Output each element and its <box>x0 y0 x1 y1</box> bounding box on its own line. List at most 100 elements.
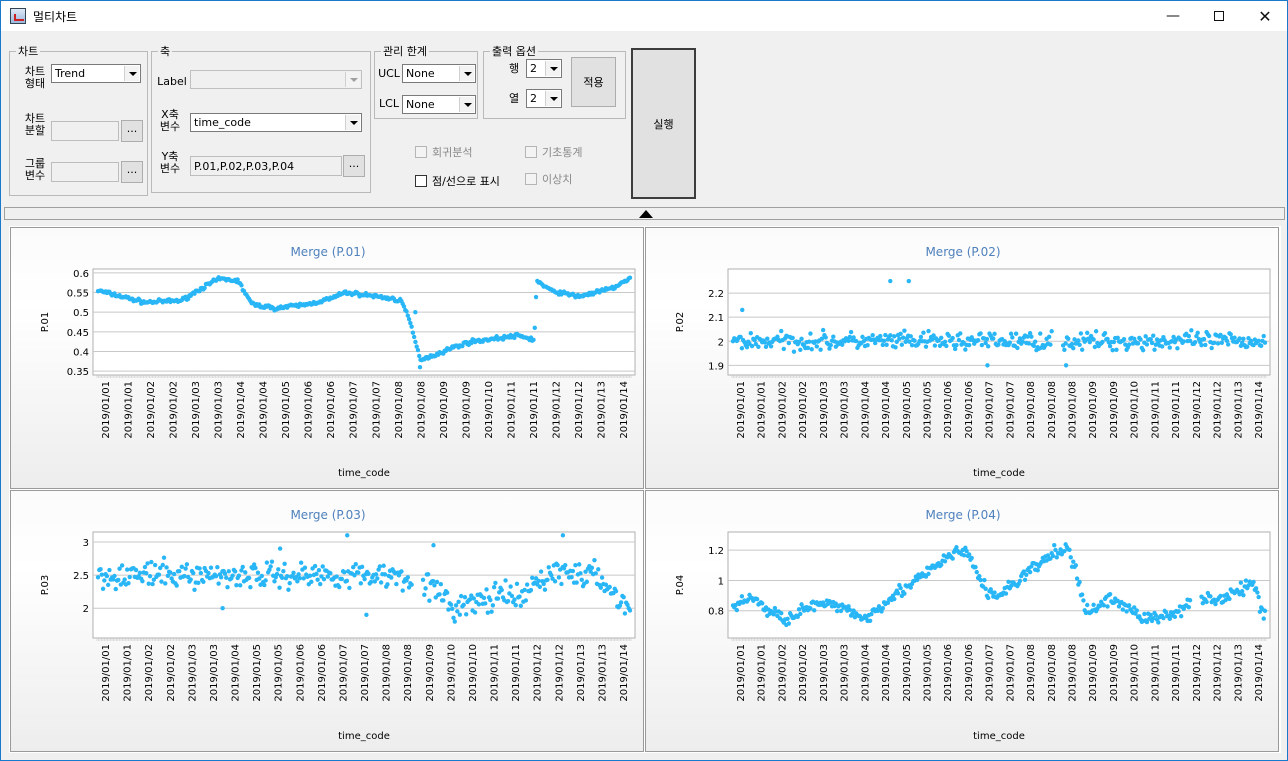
data-point <box>1046 334 1052 340</box>
checkbox-icon <box>525 146 537 158</box>
data-point <box>142 564 148 570</box>
data-point <box>900 335 906 340</box>
data-point <box>317 581 323 587</box>
col-select[interactable]: 2 <box>526 89 562 108</box>
data-point <box>417 364 423 370</box>
point-line-checkbox[interactable]: 점/선으로 표시 <box>415 173 500 189</box>
close-button[interactable]: ✕ <box>1242 1 1288 31</box>
apply-button[interactable]: 적용 <box>571 57 616 107</box>
group-var-field[interactable] <box>51 162 119 182</box>
data-point <box>532 325 537 331</box>
data-point <box>122 577 127 582</box>
x-var-select[interactable]: time_code <box>190 113 362 132</box>
y-var-field[interactable]: P.01,P.02,P.03,P.04 <box>190 156 342 176</box>
title-bar[interactable]: 멀티차트 — ✕ <box>1 1 1287 31</box>
ucl-select[interactable]: None <box>402 64 476 83</box>
x-tick-label: 2019/01/05 <box>274 644 285 702</box>
x-tick-label: 2019/01/09 <box>1109 381 1120 439</box>
x-tick-label: 2019/01/07 <box>1005 644 1016 702</box>
data-point <box>98 567 103 572</box>
data-point <box>577 562 582 567</box>
chart-split-browse-button[interactable]: ... <box>121 120 143 142</box>
data-point <box>563 562 568 568</box>
data-point <box>1215 341 1221 346</box>
data-point <box>163 581 168 586</box>
chart-split-field[interactable] <box>51 121 119 141</box>
collapse-up-icon[interactable] <box>639 210 653 218</box>
data-point <box>978 331 983 336</box>
x-tick-label: 2019/01/05 <box>922 381 933 439</box>
data-point <box>375 576 380 581</box>
data-point <box>1225 342 1231 347</box>
data-point <box>1062 548 1067 554</box>
data-point <box>410 330 416 335</box>
data-point <box>296 572 301 577</box>
data-point <box>378 580 384 585</box>
x-tick-label: 2019/01/05 <box>922 644 933 702</box>
x-axis-label: time_code <box>338 468 390 479</box>
checkbox-icon <box>525 173 537 185</box>
data-point <box>961 553 967 558</box>
run-button[interactable]: 실행 <box>631 48 696 199</box>
data-point <box>1035 568 1040 573</box>
data-point <box>427 598 432 603</box>
basic-stats-checkbox[interactable]: 기초통계 <box>525 144 582 160</box>
axis-label-select[interactable] <box>190 70 362 89</box>
data-point <box>889 338 894 343</box>
data-point <box>1114 347 1119 353</box>
x-axis-label: time_code <box>338 731 390 742</box>
data-point <box>116 577 121 583</box>
data-point <box>240 564 245 570</box>
col-label: 열 <box>508 92 520 105</box>
data-point <box>978 577 983 583</box>
chart-panel[interactable]: Merge (P.01) 0.6 0.55 0.5 0.45 0.4 0.35 P.01 201… <box>10 227 644 489</box>
data-point <box>1078 331 1084 336</box>
chart-panel[interactable]: Merge (P.02) 2.2 2.1 2 1.9 P.02 2019/01/01 2019… <box>645 227 1279 489</box>
data-point <box>505 598 511 604</box>
panel-splitter[interactable] <box>4 207 1285 220</box>
outlier-checkbox[interactable]: 이상치 <box>525 171 572 187</box>
data-point <box>1167 345 1172 350</box>
chart-panel[interactable]: Merge (P.03) 3 2.5 2 P.03 2019/01/01 2019/01/0… <box>10 490 644 752</box>
group-var-browse-button[interactable]: ... <box>121 161 143 183</box>
data-point <box>880 342 886 348</box>
data-point <box>119 563 125 568</box>
data-point <box>339 576 344 582</box>
x-tick-label: 2019/01/12 <box>551 381 562 439</box>
data-point <box>301 576 306 581</box>
x-tick-label: 2019/01/03 <box>840 644 851 702</box>
data-point <box>1072 337 1077 342</box>
x-tick-label: 2019/01/04 <box>231 644 242 702</box>
row-select[interactable]: 2 <box>526 59 562 78</box>
data-point <box>362 576 367 582</box>
data-point <box>570 568 576 574</box>
x-tick-label: 2019/01/06 <box>304 381 315 439</box>
y-tick-label: 0.6 <box>73 269 89 280</box>
data-point <box>530 575 535 581</box>
x-tick-label: 2019/01/08 <box>1026 381 1037 439</box>
data-point <box>483 601 488 606</box>
data-point <box>1017 578 1023 584</box>
data-point <box>888 333 893 338</box>
lcl-select[interactable]: None <box>402 95 476 114</box>
data-point <box>1085 330 1090 336</box>
maximize-button[interactable] <box>1196 1 1242 31</box>
data-point <box>992 590 997 595</box>
minimize-button[interactable]: — <box>1150 1 1196 31</box>
data-point <box>627 608 633 613</box>
data-point <box>431 543 436 548</box>
y-var-browse-button[interactable]: ... <box>343 155 365 177</box>
data-point <box>144 571 149 576</box>
chevron-down-icon <box>459 66 474 81</box>
y-tick-label: 1 <box>718 576 724 587</box>
data-point <box>909 342 915 348</box>
chart-panel[interactable]: Merge (P.04) 1.2 1 0.8 P.04 2019/01/01 2019/01… <box>645 490 1279 752</box>
x-tick-label: 2019/01/02 <box>777 381 788 439</box>
data-point <box>234 582 239 588</box>
chart-type-select[interactable]: Trend <box>51 64 141 83</box>
data-point <box>834 608 840 614</box>
data-point <box>984 336 990 342</box>
regression-checkbox[interactable]: 회귀분석 <box>415 144 472 160</box>
data-point <box>522 587 527 593</box>
x-tick-label: 2019/01/11 <box>490 644 501 702</box>
